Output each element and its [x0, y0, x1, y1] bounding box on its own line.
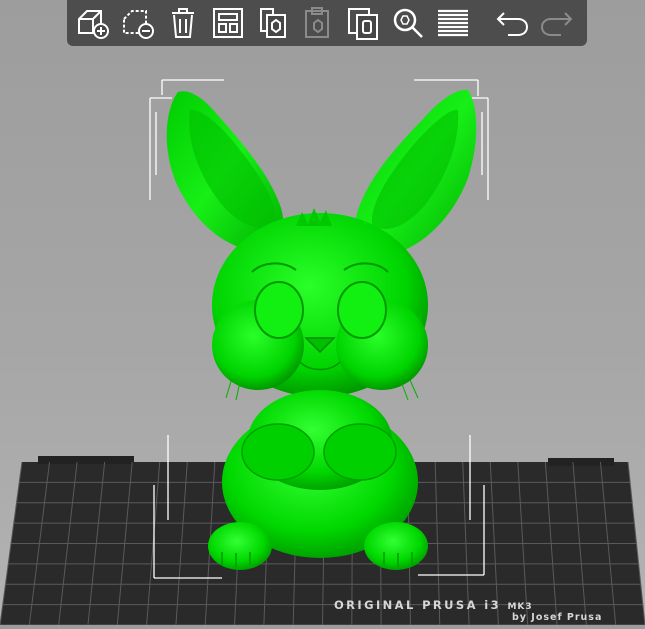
layers-icon — [438, 9, 468, 37]
instances-button[interactable] — [343, 3, 383, 43]
3d-viewport[interactable]: ORIGINAL PRUSA i3 MK3 by Josef Prusa — [0, 0, 645, 626]
copy-icon — [260, 8, 286, 38]
bed-sublabel: by Josef Prusa — [512, 612, 603, 623]
add-object-button[interactable] — [73, 3, 113, 43]
redo-icon — [540, 12, 573, 36]
delete-all-button[interactable] — [163, 3, 203, 43]
delete-object-icon — [123, 10, 154, 39]
scene — [0, 79, 645, 626]
bed-label-text: ORIGINAL PRUSA i3 — [334, 598, 502, 612]
trash-icon — [172, 8, 194, 38]
add-object-icon — [78, 10, 109, 39]
copy-button[interactable] — [253, 3, 293, 43]
arrange-button[interactable] — [208, 3, 248, 43]
undo-icon — [496, 12, 529, 36]
instances-icon — [348, 8, 378, 40]
bed-model-suffix: MK3 — [507, 602, 533, 612]
paste-button[interactable] — [298, 3, 338, 43]
bed-label: ORIGINAL PRUSA i3 MK3 — [334, 598, 533, 612]
redo-button[interactable] — [537, 3, 577, 43]
undo-button[interactable] — [492, 3, 532, 43]
paste-icon — [305, 7, 329, 38]
search-button[interactable] — [388, 3, 428, 43]
delete-object-button[interactable] — [118, 3, 158, 43]
arrange-icon — [213, 8, 243, 38]
layers-button[interactable] — [433, 3, 473, 43]
top-toolbar — [67, 0, 587, 46]
search-icon — [393, 8, 423, 38]
